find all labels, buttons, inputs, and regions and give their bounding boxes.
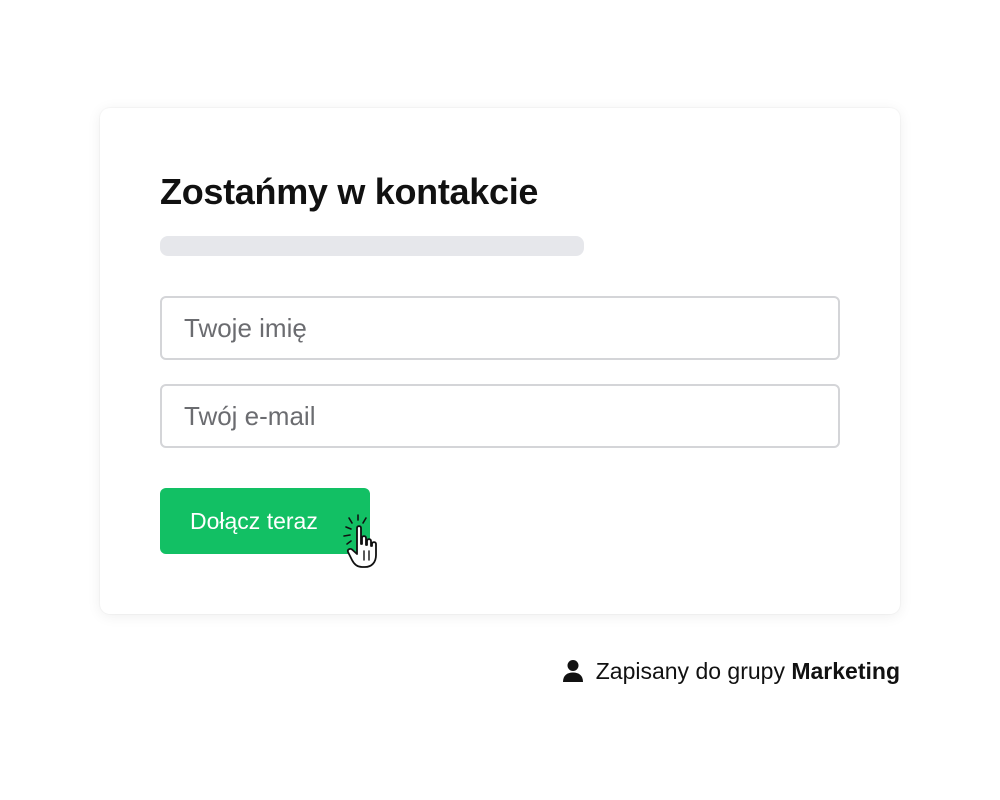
name-input[interactable]: [160, 296, 840, 360]
form-title: Zostańmy w kontakcie: [160, 171, 539, 212]
group-name: Marketing: [791, 657, 900, 684]
loading-placeholder-bar: [160, 236, 584, 256]
join-button[interactable]: Dołącz teraz: [160, 488, 370, 554]
status-prefix-text: Zapisany do grupy: [595, 657, 785, 684]
subscription-status: Zapisany do grupy Marketing: [562, 656, 900, 686]
pointer-hand-cursor-icon: [343, 514, 377, 568]
signup-card: Zostańmy w kontakcie Dołącz teraz: [100, 108, 900, 614]
email-input[interactable]: [160, 384, 840, 448]
user-icon: [562, 660, 583, 682]
